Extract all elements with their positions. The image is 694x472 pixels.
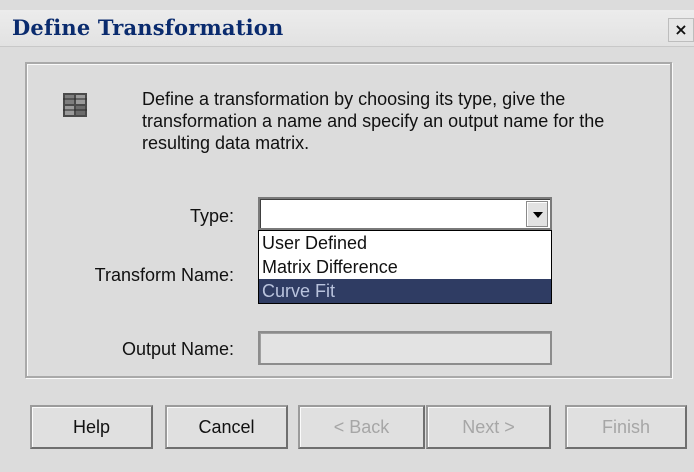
- transform-name-label: Transform Name:: [94, 265, 234, 285]
- next-button[interactable]: Next >: [426, 405, 551, 449]
- cancel-button[interactable]: Cancel: [165, 405, 288, 449]
- title-bar[interactable]: Define Transformation ×: [0, 10, 694, 47]
- data-matrix-icon: [63, 93, 87, 117]
- output-name-label: Output Name:: [121, 339, 234, 359]
- finish-button[interactable]: Finish: [565, 405, 687, 449]
- type-dropdown[interactable]: [258, 197, 552, 230]
- window-title: Define Transformation: [12, 15, 284, 40]
- close-button[interactable]: ×: [668, 18, 694, 42]
- dropdown-option-matrix-difference[interactable]: Matrix Difference: [259, 255, 551, 279]
- instructions-text: Define a transformation by choosing its …: [142, 89, 605, 153]
- back-button[interactable]: < Back: [298, 405, 425, 449]
- type-dropdown-list[interactable]: User Defined Matrix Difference Curve Fit: [258, 230, 552, 304]
- dropdown-option-curve-fit[interactable]: Curve Fit: [259, 279, 551, 303]
- output-name-field: [258, 331, 552, 365]
- chevron-down-icon[interactable]: [526, 201, 548, 227]
- dropdown-option-user-defined[interactable]: User Defined: [259, 231, 551, 255]
- type-label: Type:: [189, 206, 234, 226]
- help-button[interactable]: Help: [30, 405, 153, 449]
